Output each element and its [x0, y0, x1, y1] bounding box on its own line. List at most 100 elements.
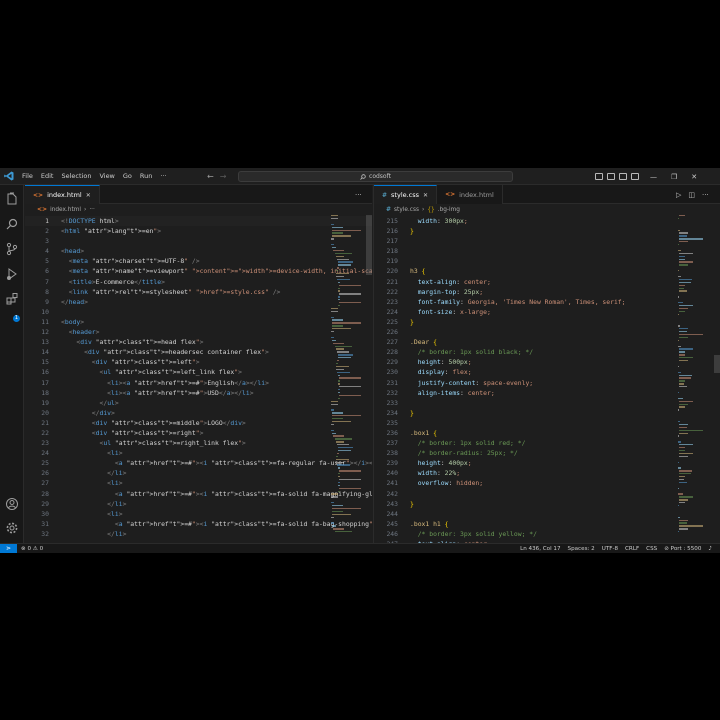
- code-editor-css[interactable]: 215 width: 300px; 216} 217 218 219 220 h3 {221…: [374, 216, 720, 543]
- code-line[interactable]: 237 /* border: 1px solid red; */: [374, 438, 720, 448]
- account-icon[interactable]: [5, 497, 19, 511]
- code-line[interactable]: 219: [374, 256, 720, 266]
- code-line[interactable]: 31 <a "attr">href"t">=#"><i "attr">class…: [25, 519, 372, 529]
- code-line[interactable]: 246 /* border: 3px solid yellow; */: [374, 529, 720, 539]
- code-line[interactable]: 217: [374, 236, 720, 246]
- code-line[interactable]: 233: [374, 398, 720, 408]
- code-line[interactable]: 11 <body>: [25, 317, 372, 327]
- code-line[interactable]: 226: [374, 327, 720, 337]
- toggle-sidebar-icon[interactable]: [595, 173, 603, 180]
- code-line[interactable]: 2 <html "attr">lang"t">=en">: [25, 226, 372, 236]
- menu-item-selection[interactable]: Selection: [57, 168, 95, 185]
- code-line[interactable]: 26 </li>: [25, 468, 372, 478]
- more-actions-icon[interactable]: ···: [355, 191, 362, 199]
- code-line[interactable]: 228 /* border: 1px solid black; */: [374, 347, 720, 357]
- minimap[interactable]: [678, 215, 712, 543]
- code-line[interactable]: 23 <ul "attr">class"t">=right_link flex"…: [25, 438, 372, 448]
- code-line[interactable]: 232 align-items: center;: [374, 388, 720, 398]
- tab-index-html[interactable]: <> index.html: [437, 185, 503, 204]
- command-center-search[interactable]: codsoft: [238, 171, 513, 182]
- customize-layout-icon[interactable]: [631, 173, 639, 180]
- code-line[interactable]: 13 <div "attr">class"t">=head flex">: [25, 337, 372, 347]
- code-line[interactable]: 15 <div "attr">class"t">=left">: [25, 357, 372, 367]
- code-line[interactable]: 1 <!DOCTYPE html>: [25, 216, 372, 227]
- code-line[interactable]: 225}: [374, 317, 720, 327]
- status-item[interactable]: UTF-8: [602, 546, 618, 552]
- code-line[interactable]: 238 /* border-radius: 25px; */: [374, 448, 720, 458]
- code-line[interactable]: 28 <a "attr">href"t">=#"><i "attr">class…: [25, 489, 372, 499]
- code-line[interactable]: 27 <li>: [25, 478, 372, 488]
- menu-item-file[interactable]: File: [18, 168, 37, 185]
- forward-arrow-icon[interactable]: →: [220, 172, 227, 181]
- status-item[interactable]: CRLF: [625, 546, 639, 552]
- code-line[interactable]: 21 <div "attr">class"t">=middle">LOGO</d…: [25, 418, 372, 428]
- status-item[interactable]: CSS: [646, 546, 657, 552]
- run-icon[interactable]: ▷: [676, 191, 681, 199]
- code-line[interactable]: 5 <meta "attr">charset"t">=UTF-8" />: [25, 256, 372, 266]
- code-line[interactable]: 242: [374, 489, 720, 499]
- code-line[interactable]: 22 <div "attr">class"t">=right">: [25, 428, 372, 438]
- code-line[interactable]: 230 display: flex;: [374, 367, 720, 377]
- code-line[interactable]: 8 <link "attr">rel"t">=stylesheet" ">hre…: [25, 287, 372, 297]
- menu-item-[interactable]: ···: [156, 168, 170, 185]
- toggle-secondary-sidebar-icon[interactable]: [619, 173, 627, 180]
- code-line[interactable]: 19 </ul>: [25, 398, 372, 408]
- code-line[interactable]: 222 margin-top: 25px;: [374, 287, 720, 297]
- code-line[interactable]: 20 </div>: [25, 408, 372, 418]
- close-window-icon[interactable]: ✕: [691, 173, 697, 181]
- minimap[interactable]: [331, 215, 365, 543]
- tab-index-html[interactable]: <> index.html ✕: [25, 185, 100, 204]
- code-line[interactable]: 25 <a "attr">href"t">=#"><i "attr">class…: [25, 458, 372, 468]
- code-line[interactable]: 231 justify-content: space-evenly;: [374, 378, 720, 388]
- code-line[interactable]: 7 <title>E-commerce</title>: [25, 277, 372, 287]
- tab-style-css[interactable]: # style.css ✕: [374, 185, 438, 204]
- code-line[interactable]: 229 height: 500px;: [374, 357, 720, 367]
- status-item[interactable]: Spaces: 2: [568, 546, 595, 552]
- breadcrumb-file[interactable]: style.css: [394, 207, 419, 213]
- code-line[interactable]: 30 <li>: [25, 509, 372, 519]
- menu-item-go[interactable]: Go: [119, 168, 136, 185]
- code-line[interactable]: 6 <meta "attr">name"t">=viewport" ">cont…: [25, 266, 372, 276]
- code-line[interactable]: 223 font-family: Georgia, 'Times New Rom…: [374, 297, 720, 307]
- code-line[interactable]: 243}: [374, 499, 720, 509]
- code-line[interactable]: 18 <li><a "attr">href"t">=#">USD</a></li…: [25, 388, 372, 398]
- code-line[interactable]: 221 text-align: center;: [374, 277, 720, 287]
- split-editor-icon[interactable]: ◫: [688, 191, 695, 199]
- more-actions-icon[interactable]: ···: [702, 191, 709, 199]
- status-item[interactable]: Ln 436, Col 17: [520, 546, 560, 552]
- code-line[interactable]: 244: [374, 509, 720, 519]
- code-line[interactable]: 245 .box1 h1 {: [374, 519, 720, 529]
- settings-gear-icon[interactable]: [5, 521, 19, 535]
- code-line[interactable]: 241 overflow: hidden;: [374, 478, 720, 488]
- close-tab-icon[interactable]: ✕: [86, 192, 91, 199]
- status-item[interactable]: ⊘ Port : 5500: [664, 546, 701, 552]
- code-line[interactable]: 227 .Dear {: [374, 337, 720, 347]
- code-line[interactable]: 218: [374, 246, 720, 256]
- code-line[interactable]: 236 .box1 {: [374, 428, 720, 438]
- run-debug-icon[interactable]: [5, 267, 19, 281]
- explorer-icon[interactable]: [5, 192, 19, 206]
- code-line[interactable]: 4 <head>: [25, 246, 372, 256]
- code-line[interactable]: 10: [25, 307, 372, 317]
- menu-item-run[interactable]: Run: [136, 168, 156, 185]
- remote-indicator-icon[interactable]: ⋗: [0, 543, 17, 553]
- code-line[interactable]: 9 </head>: [25, 297, 372, 307]
- problems-indicator[interactable]: ⊗ 0 ⚠ 0: [17, 546, 47, 552]
- close-tab-icon[interactable]: ✕: [423, 192, 428, 199]
- code-line[interactable]: 239 height: 400px;: [374, 458, 720, 468]
- code-line[interactable]: 235: [374, 418, 720, 428]
- restore-icon[interactable]: ❐: [671, 173, 677, 181]
- breadcrumb-symbol[interactable]: .bg-img: [438, 207, 460, 213]
- search-icon[interactable]: [5, 217, 19, 231]
- code-line[interactable]: 215 width: 300px;: [374, 216, 720, 226]
- minimize-icon[interactable]: —: [650, 173, 657, 181]
- source-control-icon[interactable]: [5, 242, 19, 256]
- menu-item-edit[interactable]: Edit: [37, 168, 58, 185]
- back-arrow-icon[interactable]: ←: [207, 172, 214, 181]
- code-line[interactable]: 234}: [374, 408, 720, 418]
- extensions-icon[interactable]: [5, 292, 19, 306]
- toggle-panel-icon[interactable]: [607, 173, 615, 180]
- code-line[interactable]: 17 <li><a "attr">href"t">=#">English</a>…: [25, 378, 372, 388]
- code-line[interactable]: 3: [25, 236, 372, 246]
- vertical-scrollbar[interactable]: [714, 355, 720, 373]
